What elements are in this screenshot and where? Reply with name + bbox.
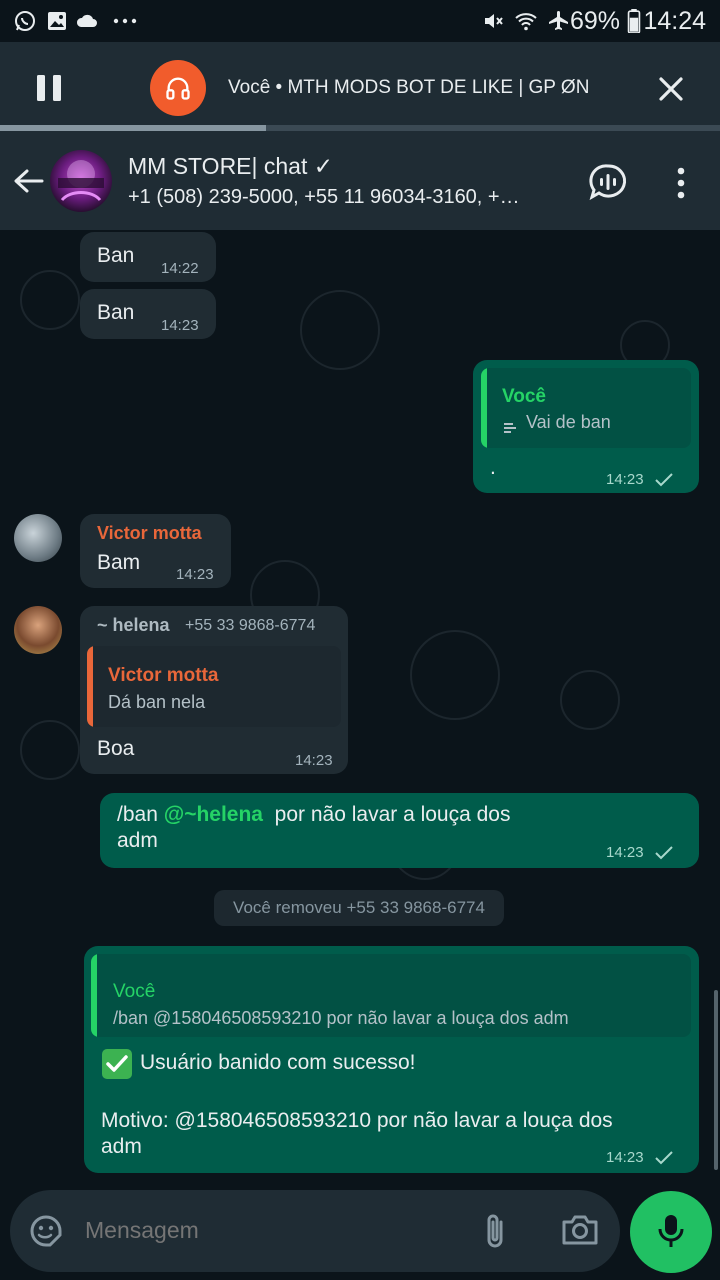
message-time: 14:23 xyxy=(606,471,644,488)
mic-icon xyxy=(658,1215,684,1247)
wallpaper-doodle xyxy=(410,630,500,720)
quote-bar xyxy=(91,954,97,1037)
group-members[interactable]: +1 (508) 239-5000, +55 11 96034-3160, +… xyxy=(128,186,568,209)
message-text: adm xyxy=(101,1135,142,1158)
gallery-icon xyxy=(48,12,66,30)
audio-progress-track[interactable] xyxy=(0,125,720,131)
message-text: . xyxy=(490,456,496,479)
whatsapp-icon xyxy=(15,11,35,31)
audio-progress-fill xyxy=(0,125,267,131)
attach-icon[interactable] xyxy=(480,1210,510,1252)
avatar[interactable] xyxy=(14,514,62,562)
command-text: /ban xyxy=(117,803,164,826)
quote-sender: Você xyxy=(502,386,547,407)
system-notice-text: Você removeu +55 33 9868-6774 xyxy=(233,898,485,917)
message-time: 14:23 xyxy=(176,566,214,583)
back-arrow-icon[interactable] xyxy=(12,166,46,196)
voice-chat-icon[interactable] xyxy=(588,163,628,201)
quote-text: /ban @158046508593210 por não lavar a lo… xyxy=(113,1008,569,1028)
message-bubble-outgoing[interactable]: Você /ban @158046508593210 por não lavar… xyxy=(84,946,699,1173)
message-bubble-incoming[interactable]: ~ helena +55 33 9868-6774 Victor motta D… xyxy=(80,606,348,774)
quote-text: Dá ban nela xyxy=(108,692,206,712)
message-time: 14:22 xyxy=(161,260,199,277)
group-avatar[interactable] xyxy=(50,150,112,212)
message-text: Ban xyxy=(97,244,135,267)
message-text: Bam xyxy=(97,551,141,574)
message-input[interactable] xyxy=(85,1217,445,1244)
sent-check-icon xyxy=(655,1151,673,1165)
check-mark-emoji-icon xyxy=(102,1049,132,1079)
mic-button[interactable] xyxy=(630,1191,712,1273)
quote-bar xyxy=(481,368,487,448)
close-icon[interactable] xyxy=(656,74,686,104)
pause-icon[interactable] xyxy=(34,72,64,104)
cloud-icon xyxy=(76,14,97,27)
message-text: /ban @~helena por não lavar a louça dos xyxy=(117,803,511,827)
document-icon xyxy=(504,423,516,433)
message-time: 14:23 xyxy=(606,1149,644,1166)
system-notice: Você removeu +55 33 9868-6774 xyxy=(214,890,504,926)
avatar[interactable] xyxy=(14,606,62,654)
message-time: 14:23 xyxy=(295,752,333,769)
more-dots-icon xyxy=(113,18,137,24)
sent-check-icon xyxy=(655,473,673,487)
battery-icon xyxy=(627,9,641,33)
wifi-icon xyxy=(515,13,537,31)
message-text: Motivo: @158046508593210 por não lavar a… xyxy=(101,1109,613,1132)
quoted-message[interactable]: Victor motta Dá ban nela xyxy=(87,646,341,727)
quote-text: Vai de ban xyxy=(526,412,611,432)
wallpaper-doodle xyxy=(560,670,620,730)
message-bubble-incoming[interactable]: Victor motta Bam 14:23 xyxy=(80,514,231,588)
quote-sender: Você xyxy=(113,981,156,1002)
message-text: Ban xyxy=(97,301,135,324)
headset-icon xyxy=(150,60,206,116)
message-text-rest: por não lavar a louça dos xyxy=(263,803,511,826)
battery-percent: 69% xyxy=(569,7,620,35)
group-name[interactable]: MM STORE| chat ✓ xyxy=(128,153,333,180)
mention[interactable]: @~helena xyxy=(164,803,263,826)
airplane-icon xyxy=(549,11,568,30)
wallpaper-doodle xyxy=(300,290,380,370)
sender-name[interactable]: ~ helena xyxy=(97,615,170,636)
message-text: Boa xyxy=(97,737,135,760)
message-time: 14:23 xyxy=(161,317,199,334)
message-text: Usuário banido com sucesso! xyxy=(140,1051,416,1074)
kebab-menu-icon[interactable] xyxy=(674,166,688,200)
quoted-message[interactable]: Você /ban @158046508593210 por não lavar… xyxy=(91,954,691,1037)
message-bubble-incoming[interactable]: Ban 14:23 xyxy=(80,289,216,339)
wallpaper-doodle xyxy=(20,720,80,780)
scrollbar-thumb[interactable] xyxy=(714,990,718,1170)
sender-phone: +55 33 9868-6774 xyxy=(185,617,316,634)
quote-bar xyxy=(87,646,93,727)
message-bubble-incoming[interactable]: Ban 14:22 xyxy=(80,232,216,282)
sent-check-icon xyxy=(655,846,673,860)
quoted-message[interactable]: Você Vai de ban xyxy=(481,368,691,448)
camera-icon[interactable] xyxy=(560,1212,600,1248)
status-bar: 69% 14:24 xyxy=(0,0,720,42)
message-time: 14:23 xyxy=(606,844,644,861)
message-bubble-outgoing[interactable]: Você Vai de ban . 14:23 xyxy=(473,360,699,493)
sticker-icon[interactable] xyxy=(28,1213,64,1249)
clock: 14:24 xyxy=(643,7,706,35)
message-text-line2: adm xyxy=(117,829,158,852)
mute-icon xyxy=(485,14,503,28)
wallpaper-doodle xyxy=(20,270,80,330)
audio-title[interactable]: Você • MTH MODS BOT DE LIKE | GP ØN xyxy=(228,77,589,99)
quote-sender: Victor motta xyxy=(108,665,219,686)
message-bubble-outgoing[interactable]: /ban @~helena por não lavar a louça dos … xyxy=(100,793,699,868)
sender-name[interactable]: Victor motta xyxy=(97,523,202,544)
